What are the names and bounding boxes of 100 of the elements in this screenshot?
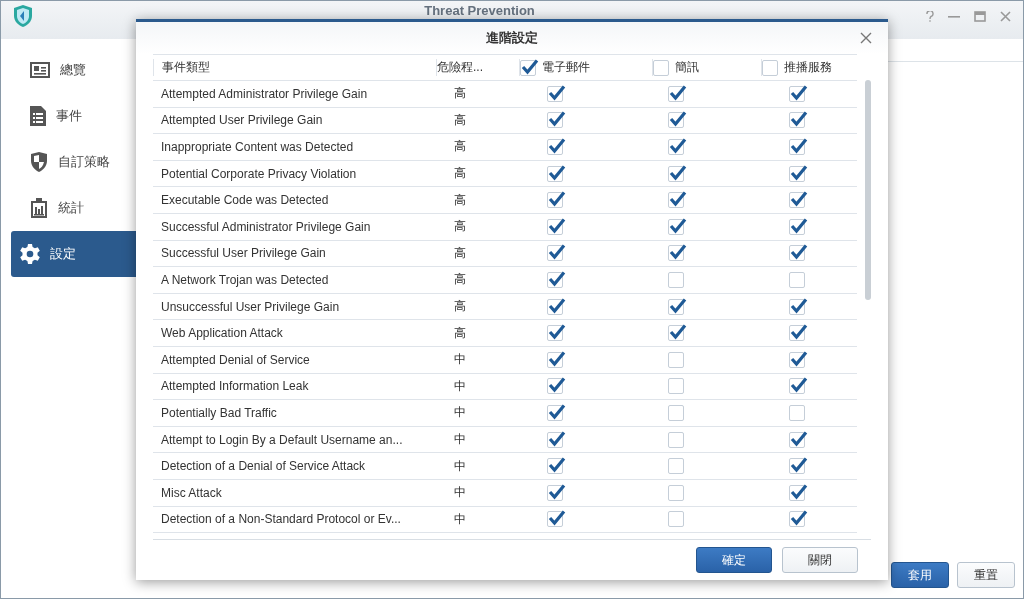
close-button[interactable]: 關閉 bbox=[782, 547, 858, 573]
event-type-cell-text: Attempted Information Leak bbox=[160, 379, 309, 394]
severity-cell: 中 bbox=[453, 377, 466, 395]
apply-button[interactable]: 套用 bbox=[891, 562, 949, 588]
checkbox[interactable] bbox=[788, 165, 805, 182]
checkbox[interactable] bbox=[546, 458, 563, 475]
checkbox[interactable] bbox=[546, 165, 563, 182]
severity-cell: 中 bbox=[453, 351, 466, 369]
checkbox[interactable] bbox=[788, 139, 805, 155]
event-type-cell-text: Detection of a Denial of Service Attack bbox=[160, 459, 366, 474]
sidebar-item[interactable]: 統計 bbox=[11, 185, 137, 231]
event-type-cell-text: Inappropriate Content was Detected bbox=[160, 140, 354, 154]
checkbox[interactable] bbox=[546, 112, 563, 129]
checkbox[interactable] bbox=[546, 245, 563, 262]
checkbox[interactable] bbox=[546, 85, 563, 102]
severity-cell: 高 bbox=[453, 191, 466, 209]
event-type-cell-text: Attempt to Login By a Default Username an... bbox=[160, 432, 403, 447]
sidebar-item[interactable]: 總覽 bbox=[11, 47, 137, 93]
window-title: Threat Prevention bbox=[423, 3, 536, 19]
checkbox[interactable] bbox=[546, 271, 563, 288]
ok-button[interactable]: 確定 bbox=[696, 547, 772, 573]
checkbox[interactable] bbox=[667, 245, 684, 262]
checkbox[interactable] bbox=[546, 431, 563, 448]
column-header: 簡訊 bbox=[675, 59, 699, 76]
checkbox[interactable] bbox=[667, 484, 684, 501]
checkbox[interactable] bbox=[788, 511, 805, 528]
checkbox[interactable] bbox=[667, 378, 684, 395]
checkbox[interactable] bbox=[667, 351, 684, 368]
scrollbar-thumb[interactable] bbox=[865, 80, 871, 300]
sidebar-item[interactable]: 自訂策略 bbox=[11, 139, 137, 185]
checkbox[interactable] bbox=[788, 85, 805, 102]
checkbox[interactable] bbox=[788, 484, 805, 501]
event-type-cell-text: Attempted Denial of Service bbox=[160, 352, 310, 367]
checkbox[interactable] bbox=[667, 165, 684, 182]
severity-cell: 高 bbox=[453, 244, 466, 262]
column-header: 事件類型 bbox=[153, 59, 210, 76]
severity-cell: 中 bbox=[453, 510, 466, 528]
checkbox[interactable] bbox=[546, 511, 563, 528]
event-type-cell-text: Unsuccessful User Privilege Gain bbox=[160, 299, 340, 314]
checkbox[interactable] bbox=[788, 192, 805, 209]
checkbox[interactable] bbox=[667, 112, 684, 129]
severity-cell: 中 bbox=[453, 404, 466, 422]
select-all-checkbox[interactable] bbox=[520, 59, 536, 76]
event-type-cell-text: Potential Corporate Privacy Violation bbox=[160, 166, 357, 181]
event-type-cell-text: Executable Code was Detected bbox=[160, 193, 329, 208]
sidebar-item[interactable]: 設定 bbox=[11, 231, 137, 277]
checkbox[interactable] bbox=[546, 192, 563, 209]
checkbox[interactable] bbox=[788, 112, 805, 129]
shield-icon bbox=[30, 152, 48, 172]
event-type-cell-text: Potentially Bad Traffic bbox=[160, 405, 277, 420]
event-type-cell-text: Misc Attack bbox=[160, 485, 222, 500]
checkbox[interactable] bbox=[667, 458, 684, 475]
event-type-cell-text: Attempted User Privilege Gain bbox=[160, 113, 323, 128]
severity-cell: 高 bbox=[453, 298, 466, 316]
id-card-icon bbox=[30, 62, 50, 78]
checkbox[interactable] bbox=[546, 378, 563, 395]
sidebar-item[interactable]: 事件 bbox=[11, 93, 137, 139]
close-icon[interactable] bbox=[1000, 11, 1011, 22]
checkbox[interactable] bbox=[788, 218, 805, 235]
event-type-cell-text: Successful Administrator Privilege Gain bbox=[160, 219, 371, 234]
checkbox[interactable] bbox=[546, 298, 563, 315]
checkbox[interactable] bbox=[667, 85, 684, 102]
column-header: 推播服務 bbox=[784, 59, 832, 76]
checkbox[interactable] bbox=[788, 271, 805, 288]
severity-cell: 中 bbox=[453, 457, 466, 475]
column-header: 電子郵件 bbox=[542, 59, 590, 76]
select-all-checkbox[interactable] bbox=[653, 59, 669, 76]
checkbox[interactable] bbox=[788, 325, 805, 342]
checkbox[interactable] bbox=[788, 431, 805, 448]
severity-cell: 高 bbox=[453, 218, 466, 236]
severity-cell: 中 bbox=[453, 484, 466, 502]
checkbox[interactable] bbox=[667, 271, 684, 288]
checkbox[interactable] bbox=[788, 245, 805, 262]
checkbox[interactable] bbox=[667, 218, 684, 235]
severity-cell: 高 bbox=[453, 165, 466, 183]
severity-cell: 高 bbox=[453, 111, 466, 129]
checkbox[interactable] bbox=[546, 351, 563, 368]
checkbox[interactable] bbox=[667, 298, 684, 315]
checkbox[interactable] bbox=[667, 404, 684, 421]
severity-cell: 高 bbox=[453, 271, 466, 289]
checkbox[interactable] bbox=[667, 511, 684, 528]
checkbox[interactable] bbox=[788, 298, 805, 315]
checkbox[interactable] bbox=[546, 484, 563, 501]
select-all-checkbox[interactable] bbox=[762, 59, 778, 76]
checkbox[interactable] bbox=[667, 431, 684, 448]
checkbox[interactable] bbox=[546, 139, 563, 155]
checkbox[interactable] bbox=[546, 404, 563, 421]
checkbox[interactable] bbox=[788, 458, 805, 475]
checkbox[interactable] bbox=[788, 404, 805, 421]
checkbox[interactable] bbox=[667, 325, 684, 342]
checkbox[interactable] bbox=[788, 378, 805, 395]
checkbox[interactable] bbox=[667, 139, 684, 155]
checkbox[interactable] bbox=[667, 192, 684, 209]
checkbox[interactable] bbox=[788, 351, 805, 368]
checkbox[interactable] bbox=[546, 325, 563, 342]
checkbox[interactable] bbox=[546, 218, 563, 235]
severity-cell: 高 bbox=[453, 85, 466, 103]
severity-cell: 中 bbox=[453, 431, 466, 448]
reset-button[interactable]: 重置 bbox=[957, 562, 1015, 588]
close-icon[interactable] bbox=[860, 32, 872, 44]
